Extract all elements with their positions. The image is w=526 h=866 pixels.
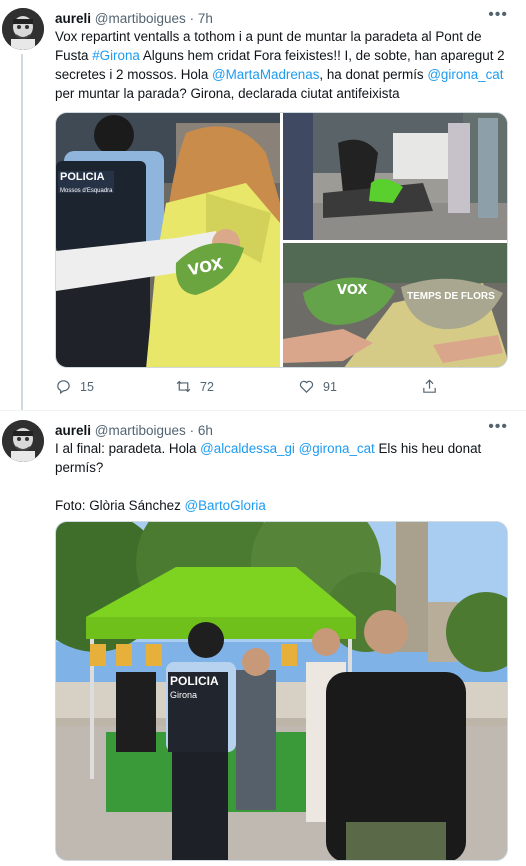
display-name[interactable]: aureli xyxy=(55,423,91,438)
retweet-button[interactable]: 72 xyxy=(175,378,214,395)
separator-dot: · xyxy=(189,423,195,438)
avatar[interactable] xyxy=(2,8,44,50)
tweet[interactable]: aureli @martiboigues · 7h ••• Vox repart… xyxy=(0,0,526,411)
timestamp[interactable]: 7h xyxy=(198,11,213,26)
tweet-text: Vox repartint ventalls a tothom i a punt… xyxy=(55,27,507,103)
more-icon[interactable]: ••• xyxy=(488,6,508,24)
like-count: 91 xyxy=(323,379,337,394)
thread-line xyxy=(21,54,23,410)
share-icon xyxy=(423,379,436,393)
police-patch-sublabel: Mossos d'Esquadra xyxy=(60,188,113,194)
display-name[interactable]: aureli xyxy=(55,11,91,26)
tweet-actions: 15 72 91 xyxy=(55,378,507,400)
retweet-count: 72 xyxy=(200,379,214,394)
tweet-text-segment: , ha donat permís xyxy=(319,67,428,82)
tweet-media[interactable]: POLICIA Girona xyxy=(55,521,508,861)
heart-icon xyxy=(299,380,314,394)
tweet-header: aureli @martiboigues · 7h xyxy=(55,10,213,27)
tweet-link[interactable]: #Girona xyxy=(92,48,140,63)
fan-logo-text-2: VOX xyxy=(337,283,368,298)
photo-police-fan[interactable]: POLICIA Mossos d'Esquadra VOX xyxy=(56,113,280,367)
tweet[interactable]: aureli @martiboigues · 6h ••• I al final… xyxy=(0,412,526,866)
user-handle[interactable]: @martiboigues xyxy=(95,423,186,438)
tweet-text-segment: per muntar la parada? Girona, declarada … xyxy=(55,86,400,101)
tweet-text-segment: Foto: Glòria Sánchez xyxy=(55,498,185,513)
fan-text-temps-de-flors: TEMPS DE FLORS xyxy=(407,291,495,302)
tweet-link[interactable]: @girona_cat xyxy=(299,441,375,456)
tweet-text-segment: I al final: paradeta. Hola xyxy=(55,441,201,456)
tweet-link[interactable]: @BartoGloria xyxy=(185,498,266,513)
separator-dot: · xyxy=(189,11,195,26)
like-button[interactable]: 91 xyxy=(298,378,337,395)
reply-icon xyxy=(57,380,70,395)
reply-button[interactable]: 15 xyxy=(55,378,94,395)
tweet-divider xyxy=(0,410,526,411)
timestamp[interactable]: 6h xyxy=(198,423,213,438)
police-patch-sublabel: Girona xyxy=(170,690,198,700)
reply-count: 15 xyxy=(80,379,94,394)
avatar[interactable] xyxy=(2,420,44,462)
police-patch-label: POLICIA xyxy=(60,171,105,183)
tweet-link[interactable]: @girona_cat xyxy=(427,67,503,82)
tweet-text: I al final: paradeta. Hola @alcaldessa_g… xyxy=(55,439,507,515)
retweet-icon xyxy=(176,380,191,393)
photo-stand-with-police[interactable]: POLICIA Girona xyxy=(56,522,507,860)
photo-people-bending[interactable] xyxy=(283,113,507,240)
more-icon[interactable]: ••• xyxy=(488,418,508,436)
tweet-link[interactable]: @MartaMadrenas xyxy=(212,67,319,82)
tweet-media-grid[interactable]: POLICIA Mossos d'Esquadra VOX VOX TEMPS … xyxy=(55,112,508,368)
share-button[interactable] xyxy=(421,378,438,395)
user-handle[interactable]: @martiboigues xyxy=(95,11,186,26)
tweet-header: aureli @martiboigues · 6h xyxy=(55,422,213,439)
police-patch-label: POLICIA xyxy=(170,674,219,688)
tweet-link[interactable]: @alcaldessa_gi xyxy=(200,441,295,456)
photo-fans-close[interactable]: VOX TEMPS DE FLORS xyxy=(283,243,507,367)
